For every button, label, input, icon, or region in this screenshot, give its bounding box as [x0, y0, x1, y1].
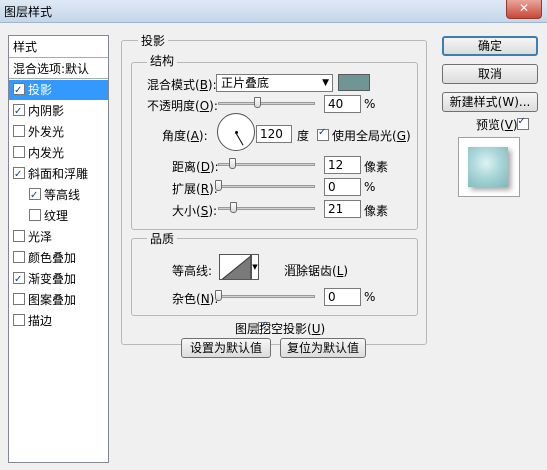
size-slider-thumb[interactable] — [230, 202, 237, 213]
style-item[interactable]: 内发光 — [9, 143, 108, 163]
spread-slider-track[interactable] — [218, 185, 315, 188]
angle-unit: 度 — [297, 129, 310, 143]
style-item-checkbox[interactable] — [13, 293, 25, 305]
style-item-checkbox[interactable] — [13, 125, 25, 137]
antialias-label[interactable]: 消除锯齿(L) — [284, 262, 348, 279]
angle-dial[interactable] — [217, 113, 255, 151]
style-item-label: 外发光 — [28, 125, 65, 139]
style-item-checkbox[interactable] — [13, 251, 25, 263]
style-item-checkbox[interactable] — [13, 314, 25, 326]
spread-unit: % — [364, 180, 376, 194]
blend-mode-value: 正片叠底 — [221, 76, 270, 90]
style-item-checkbox[interactable] — [13, 165, 25, 185]
structure-title: 结构 — [147, 52, 178, 69]
style-item[interactable]: 光泽 — [9, 227, 108, 247]
opacity-slider-thumb[interactable] — [254, 97, 261, 108]
knockout-label[interactable]: 图层挖空投影(U) — [235, 320, 325, 337]
style-item[interactable]: 等高线 — [9, 185, 108, 206]
angle-label: 角度(A): — [162, 129, 208, 143]
size-label: 大小(S): — [172, 204, 218, 218]
style-item-label: 斜面和浮雕 — [28, 167, 89, 181]
size-unit: 像素 — [364, 204, 389, 218]
noise-unit: % — [364, 290, 376, 304]
spread-slider-thumb[interactable] — [215, 180, 222, 191]
style-item[interactable]: 图案叠加 — [9, 290, 108, 310]
new-style-button[interactable]: 新建样式(W)... — [442, 92, 538, 112]
window-title: 图层样式 — [4, 5, 53, 19]
style-item-checkbox[interactable] — [29, 209, 41, 221]
noise-slider-track[interactable] — [218, 295, 315, 298]
contour-picker[interactable] — [219, 254, 251, 280]
contour-label: 等高线: — [172, 264, 213, 278]
style-item-label: 图案叠加 — [28, 293, 77, 307]
style-item-checkbox[interactable] — [13, 146, 25, 158]
noise-slider-thumb[interactable] — [215, 290, 222, 301]
opacity-label: 不透明度(O): — [147, 99, 218, 113]
style-item[interactable]: 外发光 — [9, 122, 108, 142]
style-item-checkbox[interactable] — [13, 270, 25, 290]
style-item-label: 纹理 — [44, 209, 69, 223]
spread-input[interactable]: 0 — [324, 178, 361, 196]
distance-unit: 像素 — [364, 160, 389, 174]
style-item-checkbox[interactable] — [13, 230, 25, 242]
style-item[interactable]: 斜面和浮雕 — [9, 164, 108, 185]
ok-button[interactable]: 确定 — [442, 36, 538, 56]
global-light-label[interactable]: 使用全局光(G) — [332, 127, 411, 144]
style-item-label: 内阴影 — [28, 104, 65, 118]
quality-title: 品质 — [147, 230, 178, 247]
distance-slider-thumb[interactable] — [229, 158, 236, 169]
style-list-header[interactable]: 样式 — [9, 36, 108, 58]
global-light-checkbox[interactable] — [317, 127, 329, 141]
angle-dial-center — [235, 131, 238, 134]
opacity-unit: % — [364, 97, 376, 111]
distance-input[interactable]: 12 — [324, 156, 361, 174]
preview-thumbnail — [458, 137, 520, 197]
style-item-checkbox[interactable] — [29, 186, 41, 206]
style-item-label: 描边 — [28, 314, 53, 328]
chevron-down-icon: ▼ — [322, 78, 329, 88]
cancel-button[interactable]: 取消 — [442, 64, 538, 84]
spread-label: 扩展(R): — [172, 182, 218, 196]
opacity-input[interactable]: 40 — [324, 95, 361, 113]
drop-shadow-title: 投影 — [138, 32, 169, 49]
size-input[interactable]: 21 — [324, 200, 361, 218]
opacity-slider-track[interactable] — [218, 102, 315, 105]
contour-graph-icon — [221, 255, 250, 279]
preview-label[interactable]: 预览(V) — [476, 116, 518, 133]
style-item[interactable]: 内阴影 — [9, 101, 108, 122]
style-item[interactable]: 颜色叠加 — [9, 248, 108, 268]
shadow-color-swatch[interactable] — [338, 74, 370, 91]
style-list: 样式 混合选项:默认 投影内阴影外发光内发光斜面和浮雕等高线纹理光泽颜色叠加渐变… — [8, 35, 109, 463]
style-item[interactable]: 投影 — [9, 80, 108, 101]
blend-mode-label: 混合模式(B): — [147, 78, 217, 92]
contour-dropdown-icon[interactable]: ▼ — [251, 254, 259, 280]
style-item[interactable]: 渐变叠加 — [9, 269, 108, 290]
style-item-label: 投影 — [28, 83, 53, 97]
style-item-label: 渐变叠加 — [28, 272, 77, 286]
style-item[interactable]: 纹理 — [9, 206, 108, 226]
noise-label: 杂色(N): — [172, 292, 219, 306]
preview-checkbox[interactable] — [516, 116, 529, 130]
preview-swatch — [468, 147, 508, 187]
blend-mode-select[interactable]: 正片叠底 ▼ — [216, 74, 333, 92]
distance-label: 距离(D): — [172, 160, 219, 174]
style-item-label: 光泽 — [28, 230, 53, 244]
blending-options-item[interactable]: 混合选项:默认 — [9, 59, 108, 79]
make-default-button[interactable]: 设置为默认值 — [181, 338, 271, 358]
style-item-label: 内发光 — [28, 146, 65, 160]
angle-dial-hand — [235, 132, 244, 146]
style-item-checkbox[interactable] — [13, 81, 25, 101]
style-item-checkbox[interactable] — [13, 102, 25, 122]
title-bar: 图层样式 ✕ — [0, 0, 547, 23]
style-item-label: 颜色叠加 — [28, 251, 77, 265]
style-item[interactable]: 描边 — [9, 311, 108, 331]
reset-default-button[interactable]: 复位为默认值 — [280, 338, 366, 358]
angle-input[interactable]: 120 — [256, 125, 292, 143]
style-item-label: 等高线 — [44, 188, 81, 202]
noise-input[interactable]: 0 — [324, 288, 361, 306]
close-icon[interactable]: ✕ — [506, 0, 542, 19]
